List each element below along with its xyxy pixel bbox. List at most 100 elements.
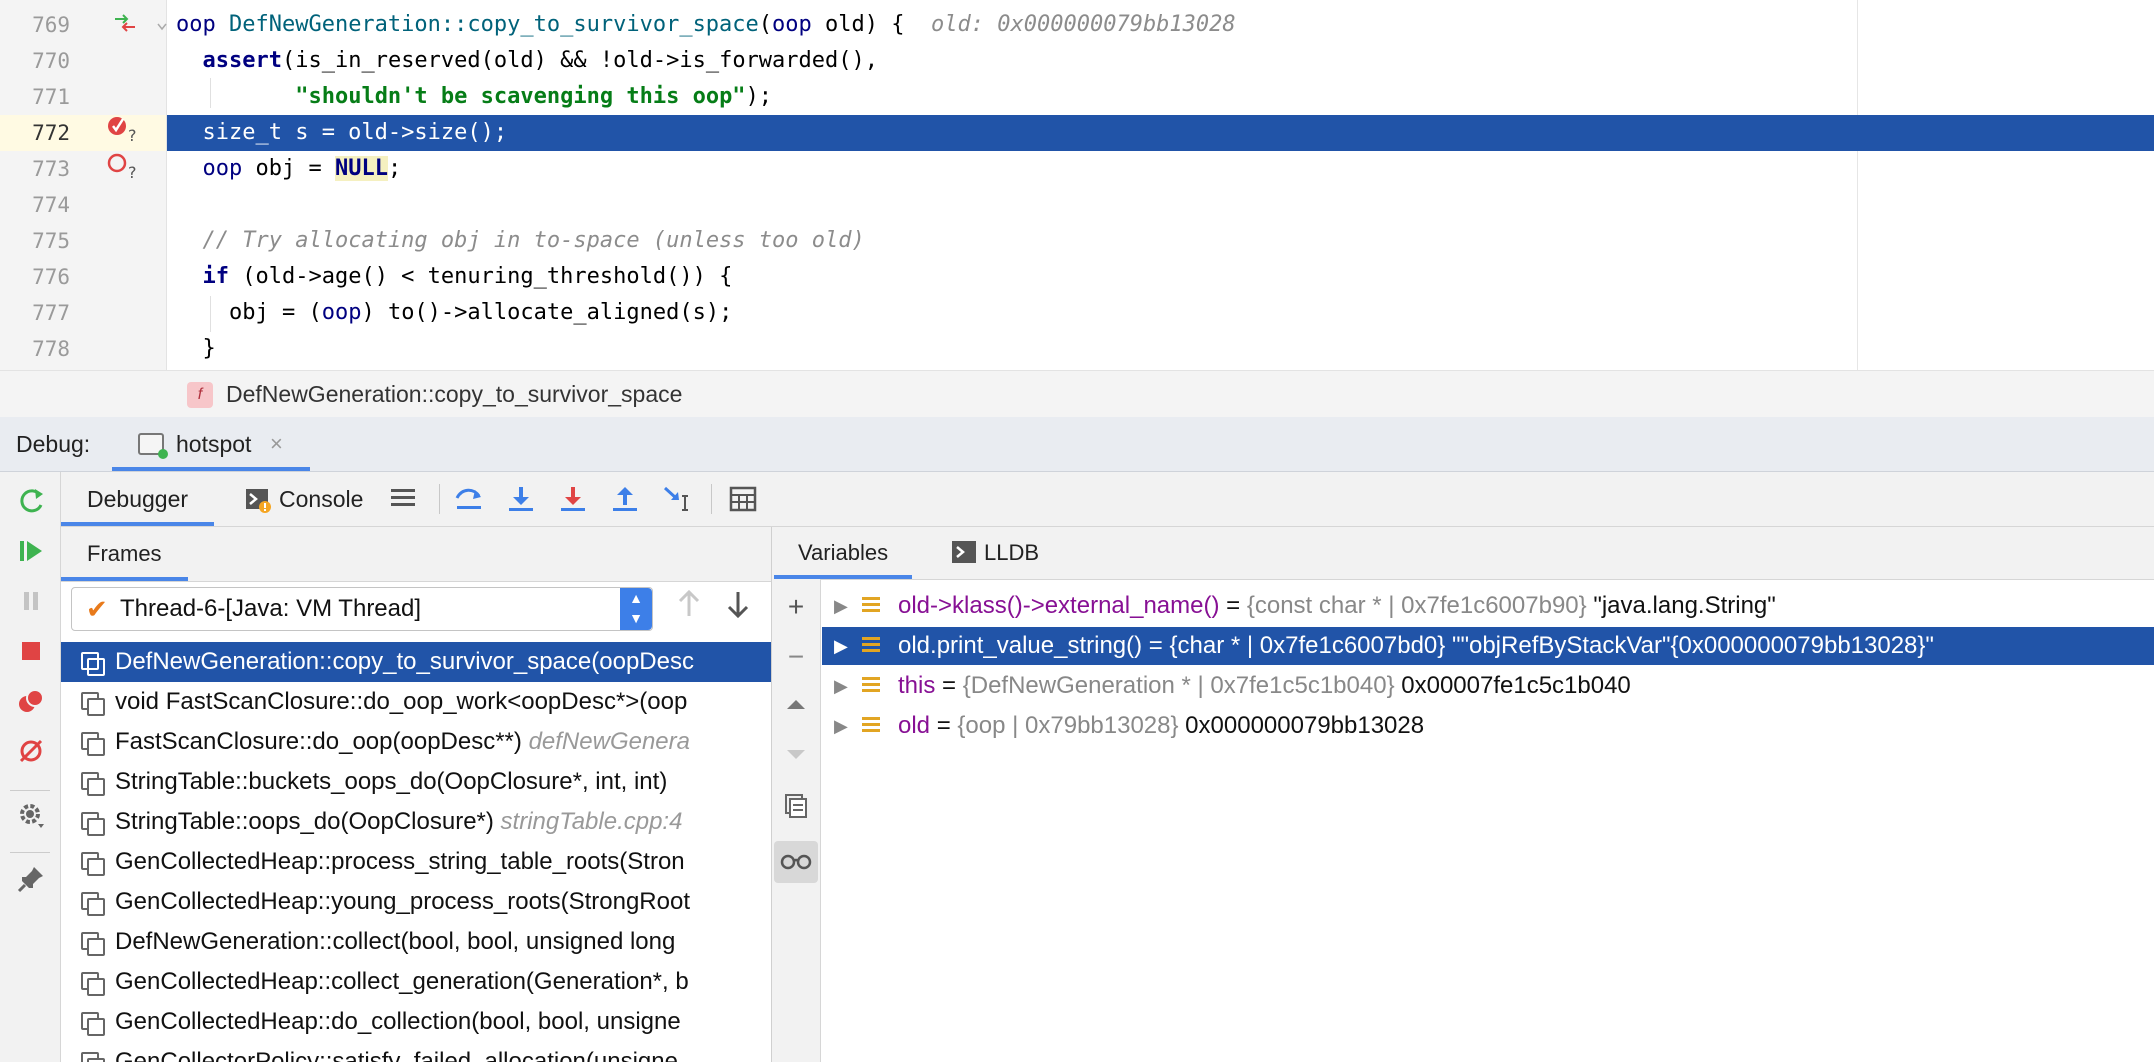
variable-row[interactable]: ▶ old = {oop | 0x79bb13028} 0x000000079bb… bbox=[822, 707, 2154, 745]
variable-name: old->klass()->external_name() bbox=[898, 592, 1220, 619]
hamburger-menu-icon[interactable] bbox=[387, 484, 419, 516]
settings-gear-icon[interactable] bbox=[14, 800, 48, 834]
pause-icon[interactable] bbox=[14, 586, 48, 620]
code-editor[interactable]: 769 oop DefNewGeneration::copy_to_survivo… bbox=[0, 0, 2154, 370]
code-text[interactable]: // Try allocating obj in to-space (unles… bbox=[176, 223, 865, 259]
dropdown-arrows-icon[interactable]: ▲ ▼ bbox=[620, 588, 652, 630]
line-number[interactable]: 775 bbox=[0, 223, 70, 259]
step-out-icon[interactable] bbox=[609, 484, 641, 516]
mute-breakpoints-icon[interactable] bbox=[14, 736, 48, 770]
frame-signature: DefNewGeneration::collect(bool, bool, un… bbox=[115, 928, 676, 955]
expand-triangle-icon[interactable]: ▶ bbox=[834, 707, 848, 745]
code-line[interactable]: 777 obj = (oop) to()->allocate_aligned(s… bbox=[0, 295, 2154, 331]
frame-icon bbox=[81, 812, 105, 836]
code-text[interactable]: if (old->age() < tenuring_threshold()) { bbox=[176, 259, 733, 295]
tab-debugger[interactable]: Debugger bbox=[60, 472, 215, 526]
variable-value: "java.lang.String" bbox=[1586, 592, 1776, 619]
code-text[interactable]: obj = (oop) to()->allocate_aligned(s); bbox=[176, 295, 732, 331]
run-to-cursor-icon[interactable] bbox=[661, 484, 693, 516]
stack-frame-row[interactable]: DefNewGeneration::collect(bool, bool, un… bbox=[61, 922, 771, 962]
code-text[interactable]: assert(is_in_reserved(old) && !old->is_f… bbox=[176, 43, 879, 79]
stack-frame-row[interactable]: DefNewGeneration::copy_to_survivor_space… bbox=[61, 642, 771, 682]
code-token: oop bbox=[321, 300, 362, 325]
move-down-icon[interactable] bbox=[780, 741, 812, 773]
tab-console[interactable]: Console bbox=[279, 472, 363, 526]
code-line[interactable]: 776 if (old->age() < tenuring_threshold(… bbox=[0, 259, 2154, 295]
variable-row[interactable]: ▶ old.print_value_string() = {char * | 0x… bbox=[822, 627, 2154, 665]
line-number[interactable]: 777 bbox=[0, 295, 70, 331]
expand-triangle-icon[interactable]: ▶ bbox=[834, 667, 848, 705]
stack-frame-row[interactable]: GenCollectedHeap::young_process_roots(St… bbox=[61, 882, 771, 922]
fold-icon[interactable] bbox=[156, 20, 168, 38]
code-line[interactable]: 775 // Try allocating obj in to-space (u… bbox=[0, 223, 2154, 259]
variable-equals: = bbox=[935, 672, 963, 699]
code-line[interactable]: 769 oop DefNewGeneration::copy_to_survivo… bbox=[0, 7, 2154, 43]
stack-frame-row[interactable]: void FastScanClosure::do_oop_work<oopDes… bbox=[61, 682, 771, 722]
copy-icon[interactable] bbox=[780, 793, 812, 825]
variable-row[interactable]: ▶ this = {DefNewGeneration * | 0x7fe1c5c1… bbox=[822, 667, 2154, 705]
session-tab-label: hotspot bbox=[176, 431, 252, 457]
frame-signature: FastScanClosure::do_oop(oopDesc**) bbox=[115, 728, 529, 755]
next-frame-arrow-icon[interactable] bbox=[725, 589, 751, 628]
code-line[interactable]: 774 bbox=[0, 187, 2154, 223]
code-token: if bbox=[202, 264, 230, 289]
stack-frame-row[interactable]: GenCollectedHeap::collect_generation(Gen… bbox=[61, 962, 771, 1002]
line-number[interactable]: 773 bbox=[0, 151, 70, 187]
code-text[interactable]: oop DefNewGeneration::copy_to_survivor_s… bbox=[176, 7, 1236, 43]
code-line[interactable]: 772 size_t s = old->size(); bbox=[0, 115, 2154, 151]
remove-watch-icon[interactable]: − bbox=[780, 641, 812, 673]
rerun-icon[interactable] bbox=[14, 486, 48, 520]
frame-label: FastScanClosure::do_oop(oopDesc**) defNe… bbox=[115, 722, 690, 762]
breakpoint-pending-icon[interactable]: ? bbox=[106, 150, 140, 185]
evaluate-expression-icon[interactable] bbox=[727, 484, 759, 516]
stack-frame-row[interactable]: GenCollectedHeap::process_string_table_r… bbox=[61, 842, 771, 882]
code-line[interactable]: 770 assert(is_in_reserved(old) && !old->… bbox=[0, 43, 2154, 79]
variable-row[interactable]: ▶ old->klass()->external_name() = {const … bbox=[822, 587, 2154, 625]
frames-title[interactable]: Frames bbox=[61, 527, 187, 581]
add-watch-icon[interactable]: + bbox=[780, 591, 812, 623]
tab-lldb[interactable]: LLDB bbox=[984, 527, 1039, 579]
line-number[interactable]: 772 bbox=[0, 115, 70, 151]
code-text[interactable]: } bbox=[176, 331, 215, 367]
line-number[interactable]: 770 bbox=[0, 43, 70, 79]
stack-frame-row[interactable]: FastScanClosure::do_oop(oopDesc**) defNe… bbox=[61, 722, 771, 762]
move-up-icon[interactable] bbox=[780, 691, 812, 723]
code-text[interactable]: "shouldn't be scavenging this oop"); bbox=[176, 79, 772, 115]
view-breakpoints-icon[interactable] bbox=[14, 686, 48, 720]
breadcrumb-function[interactable]: DefNewGeneration::copy_to_survivor_space bbox=[226, 371, 682, 417]
stack-frame-row[interactable]: GenCollectorPolicy::satisfy_failed_alloc… bbox=[61, 1042, 771, 1062]
force-step-into-icon[interactable] bbox=[557, 484, 589, 516]
stack-frame-row[interactable]: StringTable::buckets_oops_do(OopClosure*… bbox=[61, 762, 771, 802]
variable-value: 0x00007fe1c5c1b040 bbox=[1394, 672, 1631, 699]
stop-icon[interactable] bbox=[14, 636, 48, 670]
frame-signature: void FastScanClosure::do_oop_work<oopDes… bbox=[115, 688, 688, 715]
line-number[interactable]: 776 bbox=[0, 259, 70, 295]
close-tab-icon[interactable]: × bbox=[270, 417, 283, 471]
show-execution-point-icon[interactable] bbox=[453, 484, 485, 516]
code-text[interactable]: oop obj = NULL; bbox=[176, 151, 401, 187]
code-line[interactable]: 778 } bbox=[0, 331, 2154, 367]
code-line[interactable]: 771 "shouldn't be scavenging this oop"); bbox=[0, 79, 2154, 115]
stack-frame-row[interactable]: GenCollectedHeap::do_collection(bool, bo… bbox=[61, 1002, 771, 1042]
code-token: NULL bbox=[334, 156, 388, 181]
line-number[interactable]: 771 bbox=[0, 79, 70, 115]
variable-name: this bbox=[898, 672, 936, 699]
code-line[interactable]: 773 oop obj = NULL; bbox=[0, 151, 2154, 187]
pin-icon[interactable] bbox=[14, 864, 48, 898]
override-marker-icon[interactable] bbox=[113, 12, 137, 39]
tab-hotspot-session[interactable]: hotspot × bbox=[112, 417, 310, 471]
resume-icon[interactable] bbox=[14, 536, 48, 570]
glasses-watch-icon[interactable] bbox=[780, 846, 812, 878]
thread-selector[interactable]: ✔ Thread-6-[Java: VM Thread] ▲ ▼ bbox=[71, 587, 653, 631]
stack-frame-row[interactable]: StringTable::oops_do(OopClosure*) string… bbox=[61, 802, 771, 842]
code-text[interactable]: size_t s = old->size(); bbox=[176, 115, 507, 151]
previous-frame-arrow-icon[interactable] bbox=[676, 589, 702, 628]
line-number[interactable]: 769 bbox=[0, 7, 70, 43]
step-into-icon[interactable] bbox=[505, 484, 537, 516]
line-number[interactable]: 778 bbox=[0, 331, 70, 367]
expand-triangle-icon[interactable]: ▶ bbox=[834, 627, 848, 665]
breakpoint-verified-icon[interactable]: ? bbox=[106, 113, 140, 148]
expand-triangle-icon[interactable]: ▶ bbox=[834, 587, 848, 625]
tab-variables[interactable]: Variables bbox=[773, 527, 913, 579]
line-number[interactable]: 774 bbox=[0, 187, 70, 223]
